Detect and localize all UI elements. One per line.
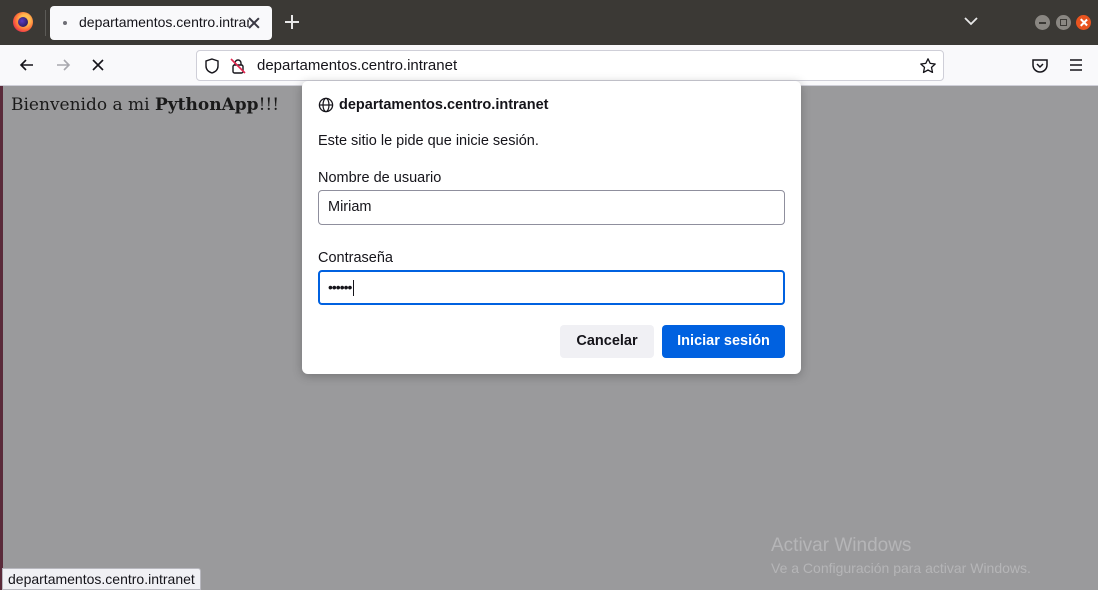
username-input[interactable]: Miriam bbox=[318, 190, 785, 225]
forward-arrow-icon[interactable] bbox=[53, 55, 73, 75]
new-tab-plus-icon[interactable] bbox=[283, 13, 301, 31]
stop-loading-icon[interactable] bbox=[88, 55, 108, 75]
welcome-suffix: !!! bbox=[258, 95, 280, 115]
nav-toolbar: departamentos.centro.intranet bbox=[0, 45, 1098, 86]
dialog-header: departamentos.centro.intranet bbox=[318, 97, 549, 113]
firefox-logo-icon[interactable] bbox=[13, 12, 33, 32]
tracking-shield-icon[interactable] bbox=[203, 57, 221, 79]
activation-watermark-subtitle: Ve a Configuración para activar Windows. bbox=[771, 560, 1031, 576]
window-maximize-icon[interactable] bbox=[1056, 15, 1071, 30]
tab-close-icon[interactable] bbox=[246, 15, 262, 31]
sign-in-button[interactable]: Iniciar sesión bbox=[662, 325, 785, 358]
auth-dialog: departamentos.centro.intranet Este sitio… bbox=[302, 81, 801, 374]
loading-dot-icon bbox=[63, 21, 67, 25]
username-label: Nombre de usuario bbox=[318, 170, 442, 186]
password-value: •••••• bbox=[328, 279, 352, 295]
tab-separator bbox=[45, 10, 46, 36]
tab-title: departamentos.centro.intranet bbox=[79, 14, 249, 30]
list-all-tabs-chevron-icon[interactable] bbox=[962, 14, 980, 28]
text-caret bbox=[353, 280, 355, 297]
password-input[interactable]: •••••• bbox=[318, 270, 785, 305]
window-edge bbox=[0, 86, 3, 590]
dialog-host: departamentos.centro.intranet bbox=[339, 97, 549, 113]
hamburger-menu-icon[interactable] bbox=[1066, 55, 1086, 75]
pocket-icon[interactable] bbox=[1030, 55, 1050, 75]
globe-icon bbox=[318, 97, 334, 113]
dialog-message: Este sitio le pide que inicie sesión. bbox=[318, 133, 539, 149]
cancel-button[interactable]: Cancelar bbox=[560, 325, 654, 358]
activation-watermark-title: Activar Windows bbox=[771, 535, 912, 556]
welcome-prefix: Bienvenido a mi bbox=[11, 95, 156, 115]
back-arrow-icon[interactable] bbox=[17, 55, 37, 75]
browser-tab[interactable]: departamentos.centro.intranet bbox=[50, 6, 272, 40]
insecure-lock-icon[interactable] bbox=[229, 57, 247, 79]
password-label: Contraseña bbox=[318, 250, 393, 266]
url-bar[interactable]: departamentos.centro.intranet bbox=[196, 50, 944, 81]
tab-strip: departamentos.centro.intranet bbox=[0, 0, 1098, 45]
window-minimize-icon[interactable] bbox=[1035, 15, 1050, 30]
status-bar: departamentos.centro.intranet bbox=[2, 568, 201, 590]
url-text: departamentos.centro.intranet bbox=[257, 57, 458, 74]
welcome-text: Bienvenido a mi PythonApp!!! bbox=[11, 95, 279, 115]
bookmark-star-icon[interactable] bbox=[919, 57, 937, 79]
window-close-icon[interactable] bbox=[1076, 15, 1091, 30]
welcome-app-name: PythonApp bbox=[155, 95, 259, 115]
